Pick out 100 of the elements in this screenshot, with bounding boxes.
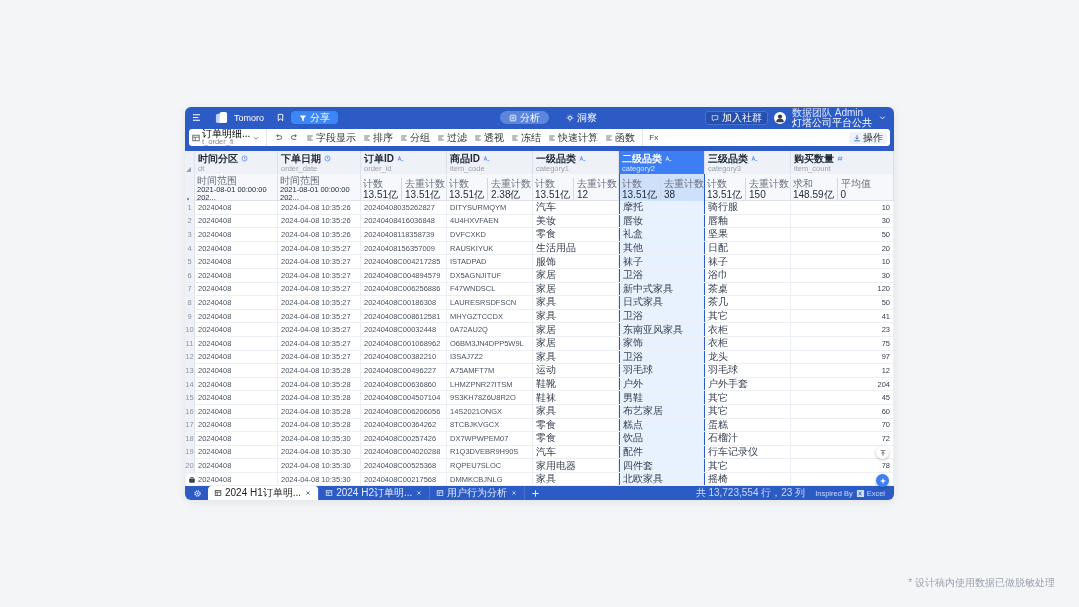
table-cell: 运动 — [536, 364, 556, 377]
table-cell: 日式家具 — [623, 296, 663, 309]
row-count-status: 共 13,723,554 行，23 列 — [695, 486, 806, 500]
close-icon[interactable] — [415, 489, 424, 497]
arrow-up-icon — [878, 448, 887, 457]
table-cell: 美妆 — [536, 214, 556, 228]
settings-icon[interactable] — [193, 488, 202, 498]
user-name: 数据团队 Admin — [792, 107, 864, 118]
summary-label: 去重计数 — [664, 177, 705, 189]
table-icon — [214, 489, 222, 497]
summary-value: 13.51亿 — [535, 188, 571, 200]
list-icon — [474, 133, 483, 142]
table-cell: 龙头 — [708, 350, 728, 364]
summary-value: 13.51亿 — [405, 188, 441, 200]
text-type-icon — [665, 155, 672, 162]
summary-label: 时间范围 — [197, 175, 238, 186]
table-cell: 其它 — [708, 404, 728, 418]
text-type-icon — [483, 155, 490, 162]
text-type-icon — [751, 155, 758, 162]
table-cell: 衣柜 — [708, 323, 728, 336]
hash-icon — [837, 155, 844, 162]
download-icon — [853, 133, 861, 142]
view-tab[interactable]: 分析 — [500, 111, 549, 124]
summary-label: 求和 — [793, 177, 814, 189]
table-cell: 袜子 — [708, 255, 728, 268]
table-cell: 家具 — [536, 296, 556, 309]
clock-icon — [324, 155, 331, 162]
expand-icon[interactable] — [186, 197, 190, 201]
summary-label: 去重计数 — [577, 177, 618, 189]
table-cell: 北欧家具 — [623, 472, 663, 486]
toolbar-tool[interactable]: 排序 — [363, 131, 394, 144]
app-name: Tomoro — [234, 112, 264, 123]
table-cell: 礼盒 — [623, 228, 643, 241]
table-cell: 其它 — [708, 309, 728, 323]
list-icon — [605, 133, 614, 142]
table-cell: 鞋袜 — [536, 391, 556, 404]
document-icon — [509, 113, 517, 122]
community-button[interactable]: 加入社群 — [705, 110, 768, 125]
chat-icon — [711, 113, 719, 122]
summary-label: 计数 — [535, 177, 556, 189]
table-cell: 服饰 — [536, 255, 556, 268]
avatar[interactable] — [774, 111, 786, 124]
menu-icon[interactable] — [192, 113, 201, 122]
table-cell: 摩托 — [623, 201, 643, 214]
table-cell: 其它 — [708, 459, 728, 472]
summary-value: 150 — [749, 188, 767, 200]
list-icon — [306, 133, 315, 142]
toolbar-tool[interactable]: 冻结 — [511, 131, 542, 144]
summary-value: 38 — [664, 188, 677, 200]
table-cell: 唇釉 — [708, 214, 728, 228]
caret-icon[interactable] — [878, 113, 887, 122]
table-cell: 东南亚风家具 — [623, 323, 683, 336]
briefcase-button[interactable] — [186, 474, 198, 486]
back-to-top-button[interactable] — [876, 446, 889, 459]
text-type-icon — [579, 155, 586, 162]
table-cell: 家具 — [536, 472, 556, 486]
summary-value: 148.59亿 — [793, 188, 834, 200]
sheet-tab[interactable]: 2024 H1订单明... — [208, 486, 320, 500]
toolbar-tool[interactable]: 过滤 — [437, 131, 468, 144]
undo-icon[interactable] — [274, 133, 284, 142]
user-organization: 灯塔公司平台公共 — [792, 117, 872, 128]
table-cell: 汽车 — [536, 445, 556, 459]
table-cell: 糕点 — [623, 418, 643, 432]
toolbar-tool[interactable]: 字段显示 — [306, 131, 357, 144]
toolbar-tool[interactable]: 透视 — [474, 131, 505, 144]
toolbar-tool[interactable]: 分组 — [400, 131, 431, 144]
footnote: * 设计稿内使用数据已做脱敏处理 — [908, 576, 1055, 590]
table-cell: 新中式家具 — [623, 282, 673, 296]
table-cell: 家具 — [536, 404, 556, 418]
view-tab[interactable]: 洞察 — [557, 111, 606, 124]
table-cell: 零食 — [536, 228, 556, 241]
table-cell: 家居 — [536, 336, 556, 350]
add-sheet-icon[interactable] — [531, 488, 541, 498]
table-cell: 家具 — [536, 350, 556, 364]
table-cell: 羽毛球 — [623, 364, 653, 377]
share-button[interactable]: 分享 — [291, 111, 338, 124]
list-icon — [511, 133, 520, 142]
bookmark-icon[interactable] — [276, 113, 285, 122]
table-cell: 配件 — [623, 445, 643, 459]
table-cell: 家居 — [536, 268, 556, 282]
close-icon[interactable] — [304, 489, 313, 497]
toolbar-tool[interactable]: 函数 — [605, 131, 636, 144]
list-icon — [400, 133, 409, 142]
table-cell: 鞋靴 — [536, 377, 556, 391]
assistant-button[interactable] — [876, 474, 889, 487]
summary-value: 2.38亿 — [491, 188, 521, 200]
sheet-tab[interactable]: 用户行为分析 — [430, 486, 526, 500]
table-cell: 布艺家居 — [623, 404, 663, 418]
toolbar-tool[interactable]: 快速计算 — [548, 131, 599, 144]
formula-field[interactable]: Fx — [642, 129, 842, 146]
summary-value: 13.51亿 — [449, 188, 485, 200]
close-icon[interactable] — [510, 489, 519, 497]
table-cell: 唇妆 — [623, 214, 643, 228]
list-icon — [548, 133, 557, 142]
table-icon — [325, 489, 334, 497]
table-cell: 行车记录仪 — [708, 445, 758, 459]
table-cell: 生活用品 — [536, 241, 576, 255]
sheet-tab[interactable]: 2024 H2订单明... — [319, 486, 431, 500]
table-cell: 汽车 — [536, 201, 556, 214]
action-button[interactable]: 操作 — [849, 131, 887, 144]
